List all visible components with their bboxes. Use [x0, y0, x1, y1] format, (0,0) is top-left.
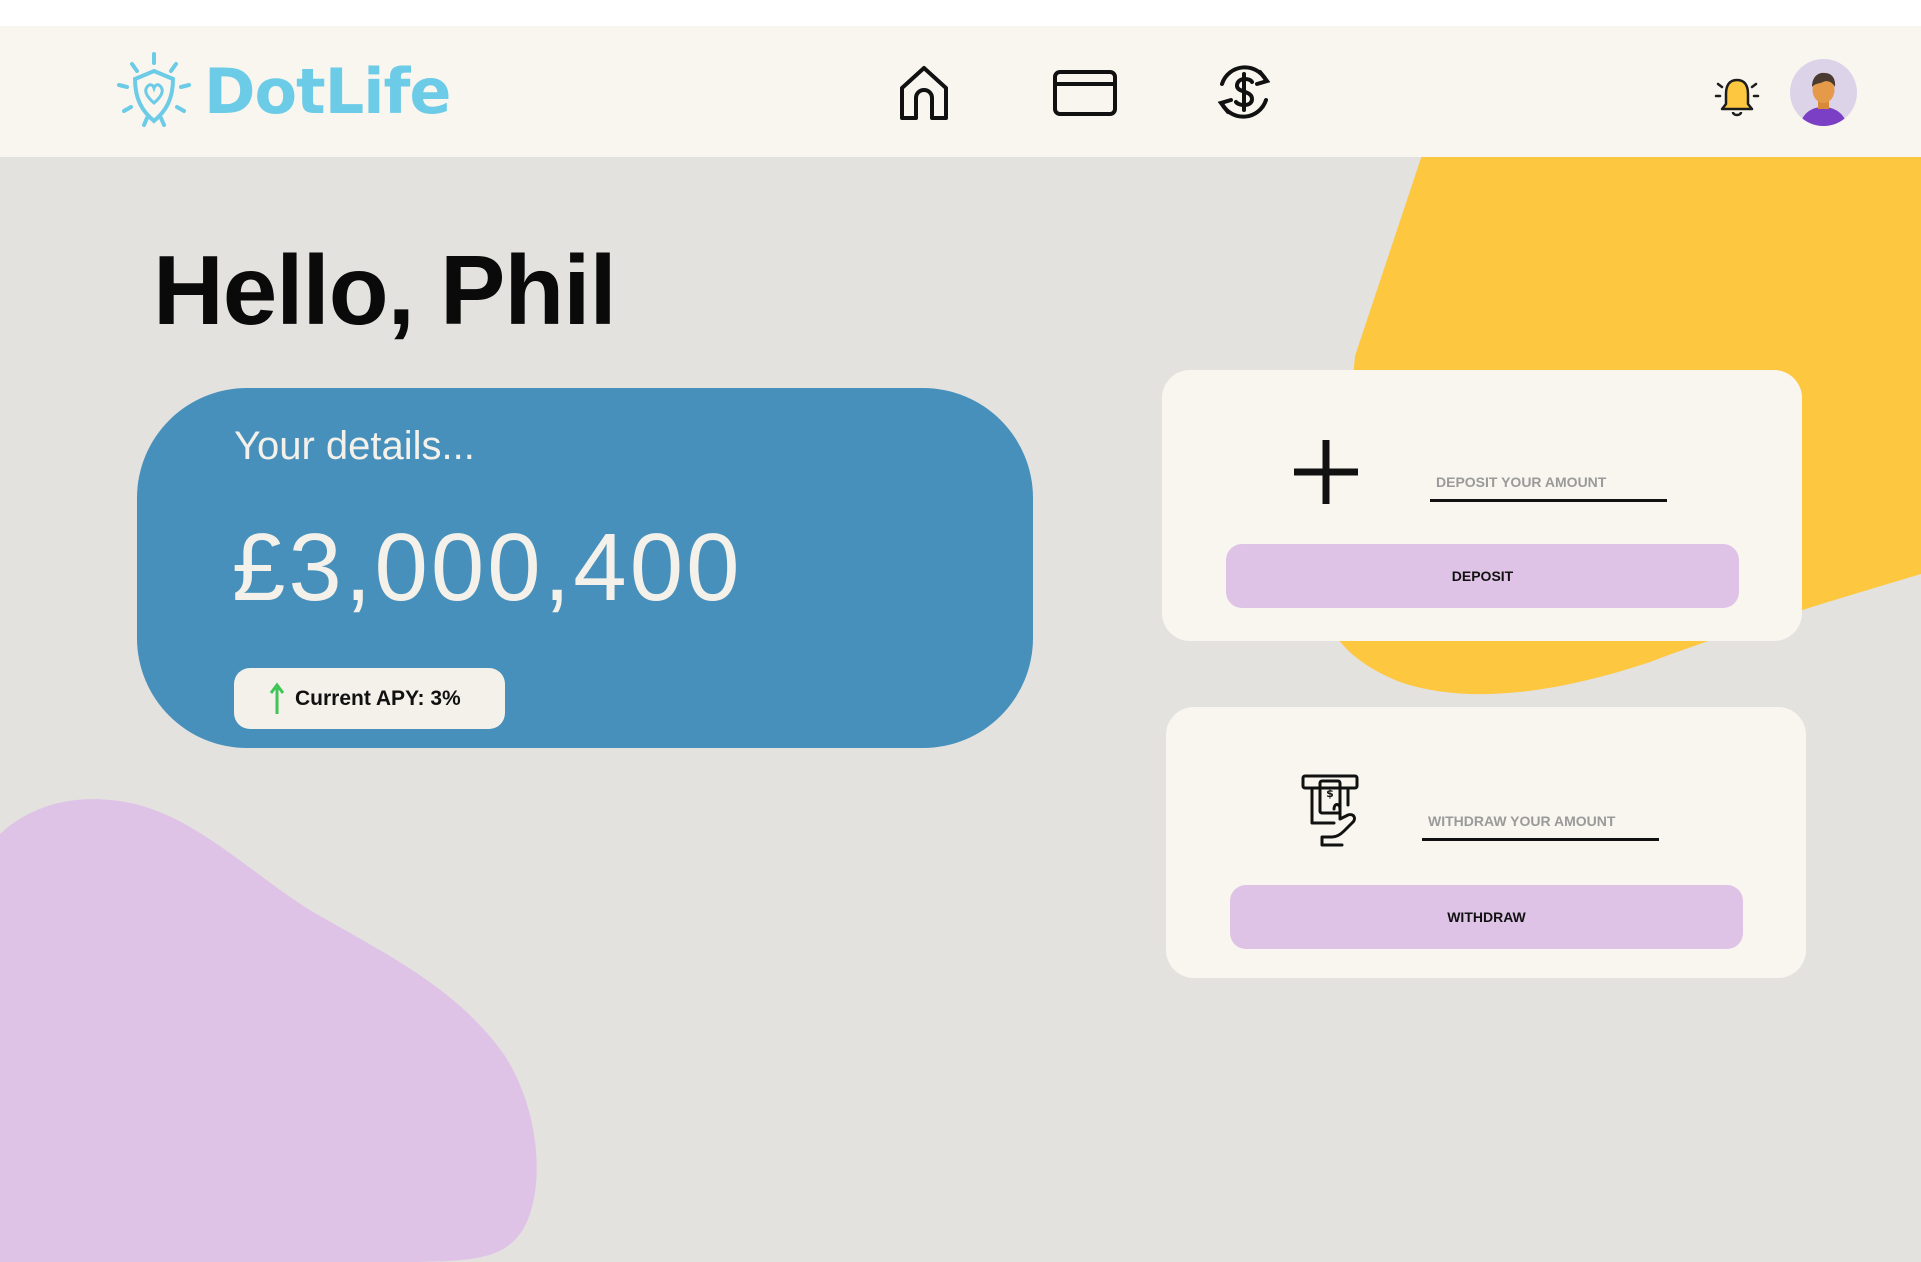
dollar-exchange-icon[interactable] [1212, 60, 1276, 124]
deposit-button[interactable]: DEPOSIT [1226, 544, 1739, 608]
purple-blob [0, 799, 537, 1262]
atm-withdraw-icon: $ [1301, 774, 1359, 847]
person-icon [1800, 72, 1847, 126]
brand-logo[interactable]: DotLife [116, 51, 451, 131]
svg-text:$: $ [1326, 787, 1334, 800]
credit-card-icon[interactable] [1052, 60, 1118, 124]
home-icon[interactable] [892, 60, 956, 124]
details-label: Your details... [234, 424, 475, 468]
apy-badge: Current APY: 3% [234, 668, 505, 729]
deposit-card: DEPOSIT [1162, 370, 1802, 641]
plus-icon [1294, 440, 1358, 504]
shield-sun-icon [117, 52, 191, 127]
top-navigation-bar: DotLife [0, 26, 1921, 157]
balance-amount: £3,000,400 [232, 514, 743, 621]
apy-label: Current APY: 3% [295, 686, 461, 710]
withdraw-button[interactable]: WITHDRAW [1230, 885, 1743, 949]
greeting-heading: Hello, Phil [153, 235, 617, 345]
app-canvas: DotLife Hello, Phil Your details... £3,0… [0, 26, 1921, 1262]
withdraw-card: $ WITHDRAW [1166, 707, 1806, 978]
withdraw-amount-input[interactable] [1422, 809, 1659, 841]
deposit-amount-input[interactable] [1430, 470, 1667, 502]
account-summary-card: Your details... £3,000,400 Current APY: … [137, 388, 1033, 748]
arrow-up-icon [269, 682, 285, 714]
brand-name: DotLife [204, 54, 451, 128]
user-avatar[interactable] [1790, 59, 1857, 126]
bell-icon[interactable] [1714, 74, 1760, 120]
